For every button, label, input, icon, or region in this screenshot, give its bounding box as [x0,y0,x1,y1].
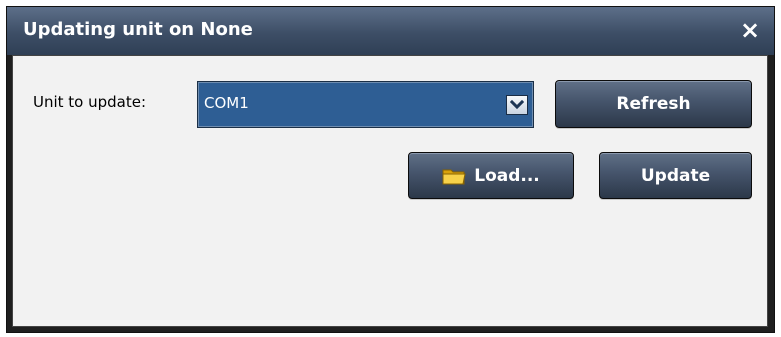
refresh-button[interactable]: Refresh [555,80,752,128]
update-unit-dialog: Updating unit on None × Unit to update: … [6,6,775,333]
dialog-content: Unit to update: COM1 Refresh Load... Upd [12,55,768,327]
refresh-button-label: Refresh [616,94,691,114]
load-button[interactable]: Load... [408,152,574,199]
close-icon[interactable]: × [736,16,764,44]
unit-select[interactable]: COM1 [197,81,534,128]
update-button-label: Update [640,165,711,186]
dialog-title: Updating unit on None [23,19,253,40]
update-button[interactable]: Update [599,152,752,199]
load-button-label: Load... [474,165,540,186]
unit-to-update-label: Unit to update: [33,93,147,111]
chevron-down-icon[interactable] [506,95,528,115]
unit-select-value: COM1 [204,94,249,112]
folder-icon [442,166,466,186]
title-bar: Updating unit on None × [7,7,774,55]
